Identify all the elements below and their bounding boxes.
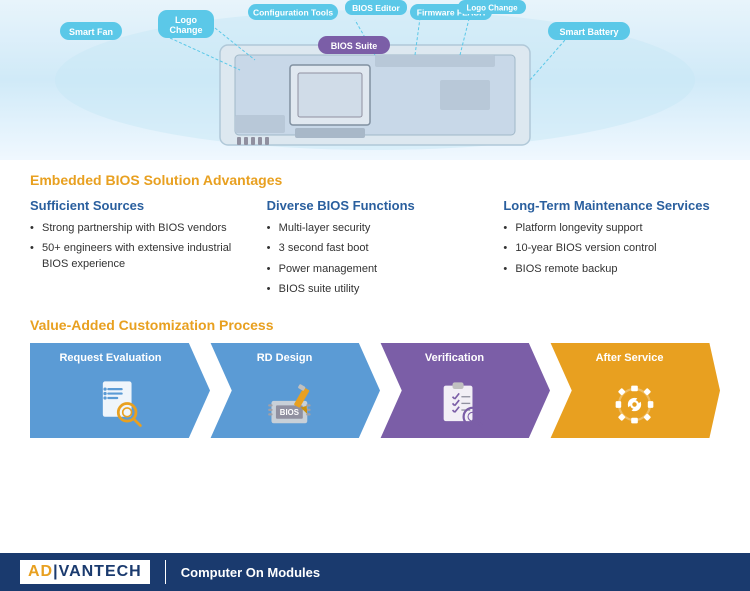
step2-content: RD Design [200, 343, 380, 438]
step3-label: Verification [425, 351, 504, 365]
step1-icon [94, 377, 147, 430]
step-rd-design: RD Design [200, 343, 380, 438]
list-item: BIOS suite utility [267, 282, 484, 297]
step4-label: After Service [596, 351, 674, 365]
step-request-evaluation: Request Evaluation [30, 343, 210, 438]
step2-label: RD Design [257, 351, 333, 365]
footer-tagline: Computer On Modules [181, 565, 320, 580]
list-item: BIOS remote backup [503, 262, 720, 277]
process-section: Value-Added Customization Process Reques… [30, 317, 720, 438]
svg-text:Smart Fan: Smart Fan [69, 27, 113, 37]
svg-text:Change: Change [169, 25, 202, 35]
step4-icon [609, 379, 660, 430]
advantages-grid: Sufficient Sources Strong partnership wi… [30, 198, 720, 303]
col-long-term: Long-Term Maintenance Services Platform … [503, 198, 720, 303]
process-title: Value-Added Customization Process [30, 317, 720, 333]
bios-diagram: BIOS Suite Configuration Tools BIOS Edit… [0, 0, 750, 160]
step3-icon [437, 379, 492, 430]
process-steps: Request Evaluation [30, 343, 720, 438]
col2-heading: Diverse BIOS Functions [267, 198, 484, 213]
col1-heading: Sufficient Sources [30, 198, 247, 213]
list-item: Platform longevity support [503, 221, 720, 236]
diagram-section: BIOS Suite Configuration Tools BIOS Edit… [0, 0, 750, 160]
list-item: 50+ engineers with extensive industrial … [30, 241, 247, 272]
footer: AD|VANTECH Computer On Modules [0, 553, 750, 591]
step3-content: Verification [370, 343, 550, 438]
list-item: Power management [267, 262, 484, 277]
step3-chevron: Verification [370, 343, 550, 438]
step-after-service: After Service [540, 343, 720, 438]
footer-logo: AD|VANTECH [20, 560, 150, 584]
svg-text:Smart Battery: Smart Battery [559, 27, 618, 37]
col3-heading: Long-Term Maintenance Services [503, 198, 720, 213]
step4-content: After Service [540, 343, 720, 438]
logo-vantech: |VANTECH [53, 563, 142, 580]
svg-text:BIOS: BIOS [279, 407, 298, 416]
svg-text:Logo: Logo [175, 15, 197, 25]
col-diverse-bios: Diverse BIOS Functions Multi-layer secur… [267, 198, 484, 303]
main-content: Embedded BIOS Solution Advantages Suffic… [0, 160, 750, 448]
svg-text:BIOS Suite: BIOS Suite [331, 41, 378, 51]
step1-chevron: Request Evaluation [30, 343, 210, 438]
svg-text:Configuration Tools: Configuration Tools [253, 8, 333, 18]
step-verification: Verification [370, 343, 550, 438]
col1-list: Strong partnership with BIOS vendors 50+… [30, 221, 247, 272]
step2-icon: BIOS [267, 383, 323, 430]
section1-title: Embedded BIOS Solution Advantages [30, 172, 720, 188]
step1-label: Request Evaluation [59, 351, 181, 365]
list-item: 10-year BIOS version control [503, 241, 720, 256]
footer-divider [165, 560, 166, 584]
svg-text:Logo Change: Logo Change [466, 4, 518, 13]
step2-chevron: RD Design [200, 343, 380, 438]
footer-brand: AD|VANTECH [20, 560, 150, 584]
step1-content: Request Evaluation [30, 343, 210, 438]
step4-chevron: After Service [540, 343, 720, 438]
list-item: 3 second fast boot [267, 241, 484, 256]
logo-ad: AD [28, 563, 53, 580]
col-sufficient-sources: Sufficient Sources Strong partnership wi… [30, 198, 247, 303]
col3-list: Platform longevity support 10-year BIOS … [503, 221, 720, 277]
svg-text:BIOS Editor: BIOS Editor [352, 3, 400, 13]
list-item: Strong partnership with BIOS vendors [30, 221, 247, 236]
col2-list: Multi-layer security 3 second fast boot … [267, 221, 484, 298]
list-item: Multi-layer security [267, 221, 484, 236]
